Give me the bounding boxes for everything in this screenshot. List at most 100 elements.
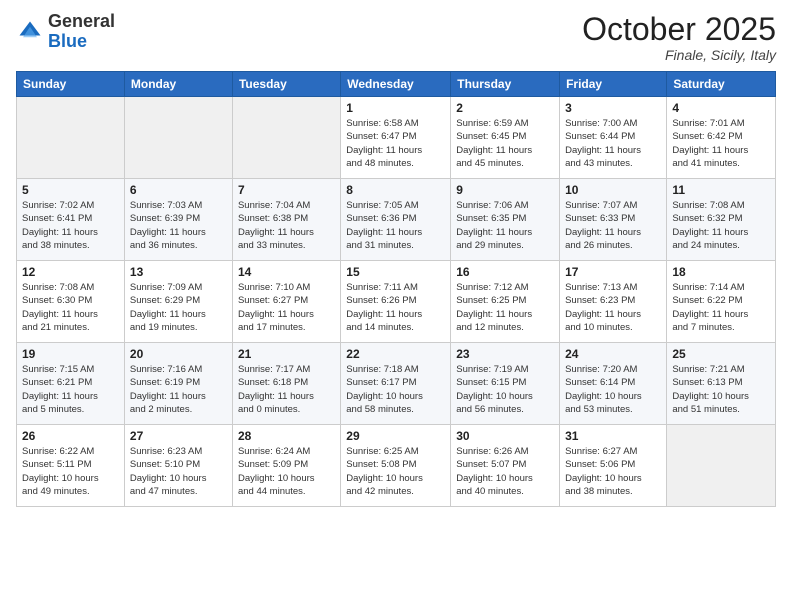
calendar-cell: 24 Sunrise: 7:20 AM Sunset: 6:14 PM Dayli…: [560, 343, 667, 425]
calendar-cell: 7 Sunrise: 7:04 AM Sunset: 6:38 PM Daylig…: [232, 179, 340, 261]
day-number: 2: [456, 101, 554, 115]
day-info: Sunrise: 6:24 AM Sunset: 5:09 PM Dayligh…: [238, 445, 335, 498]
day-number: 4: [672, 101, 770, 115]
calendar-week-row: 1 Sunrise: 6:58 AM Sunset: 6:47 PM Daylig…: [17, 97, 776, 179]
calendar-week-row: 26 Sunrise: 6:22 AM Sunset: 5:11 PM Dayli…: [17, 425, 776, 507]
calendar-cell: 30 Sunrise: 6:26 AM Sunset: 5:07 PM Dayli…: [451, 425, 560, 507]
calendar-week-row: 5 Sunrise: 7:02 AM Sunset: 6:41 PM Daylig…: [17, 179, 776, 261]
day-info: Sunrise: 7:14 AM Sunset: 6:22 PM Dayligh…: [672, 281, 770, 334]
day-number: 27: [130, 429, 227, 443]
day-info: Sunrise: 7:16 AM Sunset: 6:19 PM Dayligh…: [130, 363, 227, 416]
day-info: Sunrise: 7:08 AM Sunset: 6:30 PM Dayligh…: [22, 281, 119, 334]
day-number: 9: [456, 183, 554, 197]
day-number: 13: [130, 265, 227, 279]
logo-text: General Blue: [48, 12, 115, 52]
day-info: Sunrise: 7:21 AM Sunset: 6:13 PM Dayligh…: [672, 363, 770, 416]
day-info: Sunrise: 7:01 AM Sunset: 6:42 PM Dayligh…: [672, 117, 770, 170]
calendar-cell: 10 Sunrise: 7:07 AM Sunset: 6:33 PM Dayli…: [560, 179, 667, 261]
calendar-cell: 27 Sunrise: 6:23 AM Sunset: 5:10 PM Dayli…: [124, 425, 232, 507]
day-number: 28: [238, 429, 335, 443]
day-info: Sunrise: 7:08 AM Sunset: 6:32 PM Dayligh…: [672, 199, 770, 252]
calendar-cell: 20Sunrise: 7:16 AM Sunset: 6:19 PM Dayli…: [124, 343, 232, 425]
weekday-header: Wednesday: [341, 72, 451, 97]
calendar-cell: [124, 97, 232, 179]
day-number: 7: [238, 183, 335, 197]
day-info: Sunrise: 6:27 AM Sunset: 5:06 PM Dayligh…: [565, 445, 661, 498]
day-number: 21: [238, 347, 335, 361]
calendar-week-row: 19 Sunrise: 7:15 AM Sunset: 6:21 PM Dayli…: [17, 343, 776, 425]
day-number: 17: [565, 265, 661, 279]
day-number: 29: [346, 429, 445, 443]
day-number: 19: [22, 347, 119, 361]
calendar-cell: 11 Sunrise: 7:08 AM Sunset: 6:32 PM Dayli…: [667, 179, 776, 261]
calendar-cell: 8 Sunrise: 7:05 AM Sunset: 6:36 PM Daylig…: [341, 179, 451, 261]
calendar-cell: 18Sunrise: 7:14 AM Sunset: 6:22 PM Dayli…: [667, 261, 776, 343]
day-number: 1: [346, 101, 445, 115]
day-number: 24: [565, 347, 661, 361]
day-number: 26: [22, 429, 119, 443]
calendar-cell: 13Sunrise: 7:09 AM Sunset: 6:29 PM Dayli…: [124, 261, 232, 343]
calendar-cell: 21 Sunrise: 7:17 AM Sunset: 6:18 PM Dayli…: [232, 343, 340, 425]
day-number: 15: [346, 265, 445, 279]
calendar-cell: 1 Sunrise: 6:58 AM Sunset: 6:47 PM Daylig…: [341, 97, 451, 179]
calendar-cell: 14Sunrise: 7:10 AM Sunset: 6:27 PM Dayli…: [232, 261, 340, 343]
calendar-cell: 15 Sunrise: 7:11 AM Sunset: 6:26 PM Dayli…: [341, 261, 451, 343]
day-info: Sunrise: 6:23 AM Sunset: 5:10 PM Dayligh…: [130, 445, 227, 498]
day-number: 25: [672, 347, 770, 361]
weekday-header: Thursday: [451, 72, 560, 97]
day-info: Sunrise: 7:05 AM Sunset: 6:36 PM Dayligh…: [346, 199, 445, 252]
logo-blue-text: Blue: [48, 31, 87, 51]
location: Finale, Sicily, Italy: [582, 47, 776, 63]
weekday-header: Sunday: [17, 72, 125, 97]
day-info: Sunrise: 7:17 AM Sunset: 6:18 PM Dayligh…: [238, 363, 335, 416]
calendar-cell: 4 Sunrise: 7:01 AM Sunset: 6:42 PM Daylig…: [667, 97, 776, 179]
weekday-header: Monday: [124, 72, 232, 97]
day-info: Sunrise: 6:22 AM Sunset: 5:11 PM Dayligh…: [22, 445, 119, 498]
day-info: Sunrise: 7:15 AM Sunset: 6:21 PM Dayligh…: [22, 363, 119, 416]
day-number: 16: [456, 265, 554, 279]
logo-general-text: General: [48, 11, 115, 31]
calendar-cell: 28 Sunrise: 6:24 AM Sunset: 5:09 PM Dayli…: [232, 425, 340, 507]
day-number: 31: [565, 429, 661, 443]
weekday-header-row: SundayMondayTuesdayWednesdayThursdayFrid…: [17, 72, 776, 97]
calendar-cell: 12 Sunrise: 7:08 AM Sunset: 6:30 PM Dayli…: [17, 261, 125, 343]
header: General Blue October 2025 Finale, Sicily…: [16, 12, 776, 63]
calendar-cell: 31 Sunrise: 6:27 AM Sunset: 5:06 PM Dayli…: [560, 425, 667, 507]
day-number: 6: [130, 183, 227, 197]
logo-icon: [16, 18, 44, 46]
calendar-cell: 2 Sunrise: 6:59 AM Sunset: 6:45 PM Daylig…: [451, 97, 560, 179]
logo: General Blue: [16, 12, 115, 52]
day-number: 11: [672, 183, 770, 197]
month-title: October 2025: [582, 12, 776, 47]
calendar-cell: 25 Sunrise: 7:21 AM Sunset: 6:13 PM Dayli…: [667, 343, 776, 425]
day-info: Sunrise: 7:11 AM Sunset: 6:26 PM Dayligh…: [346, 281, 445, 334]
calendar-cell: 3 Sunrise: 7:00 AM Sunset: 6:44 PM Daylig…: [560, 97, 667, 179]
day-info: Sunrise: 7:07 AM Sunset: 6:33 PM Dayligh…: [565, 199, 661, 252]
day-number: 8: [346, 183, 445, 197]
day-number: 10: [565, 183, 661, 197]
day-info: Sunrise: 6:59 AM Sunset: 6:45 PM Dayligh…: [456, 117, 554, 170]
calendar-cell: 9Sunrise: 7:06 AM Sunset: 6:35 PM Daylig…: [451, 179, 560, 261]
day-info: Sunrise: 7:13 AM Sunset: 6:23 PM Dayligh…: [565, 281, 661, 334]
weekday-header: Friday: [560, 72, 667, 97]
day-info: Sunrise: 7:20 AM Sunset: 6:14 PM Dayligh…: [565, 363, 661, 416]
calendar-cell: [17, 97, 125, 179]
day-info: Sunrise: 6:58 AM Sunset: 6:47 PM Dayligh…: [346, 117, 445, 170]
day-info: Sunrise: 7:02 AM Sunset: 6:41 PM Dayligh…: [22, 199, 119, 252]
calendar-cell: [232, 97, 340, 179]
day-number: 5: [22, 183, 119, 197]
calendar-cell: 6Sunrise: 7:03 AM Sunset: 6:39 PM Daylig…: [124, 179, 232, 261]
day-info: Sunrise: 7:18 AM Sunset: 6:17 PM Dayligh…: [346, 363, 445, 416]
calendar-cell: 26 Sunrise: 6:22 AM Sunset: 5:11 PM Dayli…: [17, 425, 125, 507]
day-info: Sunrise: 7:04 AM Sunset: 6:38 PM Dayligh…: [238, 199, 335, 252]
day-number: 3: [565, 101, 661, 115]
title-block: October 2025 Finale, Sicily, Italy: [582, 12, 776, 63]
weekday-header: Tuesday: [232, 72, 340, 97]
calendar-cell: 22Sunrise: 7:18 AM Sunset: 6:17 PM Dayli…: [341, 343, 451, 425]
calendar-cell: 17 Sunrise: 7:13 AM Sunset: 6:23 PM Dayli…: [560, 261, 667, 343]
day-number: 30: [456, 429, 554, 443]
day-info: Sunrise: 6:26 AM Sunset: 5:07 PM Dayligh…: [456, 445, 554, 498]
day-info: Sunrise: 7:00 AM Sunset: 6:44 PM Dayligh…: [565, 117, 661, 170]
day-number: 14: [238, 265, 335, 279]
day-number: 12: [22, 265, 119, 279]
